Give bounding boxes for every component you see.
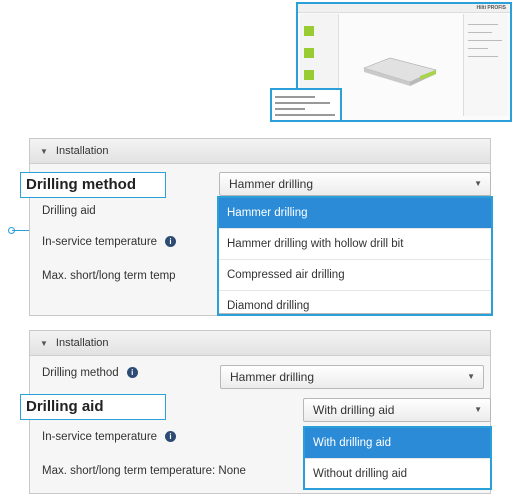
drilling-method-value: Hammer drilling <box>229 177 314 191</box>
chevron-down-icon[interactable]: ▼ <box>467 366 475 388</box>
panel-header[interactable]: ▼ Installation <box>30 331 490 356</box>
drilling-method-value: Hammer drilling <box>230 370 315 384</box>
thumbnail-green-icon <box>304 26 314 36</box>
option-hammer-drilling-hollow-bit[interactable]: Hammer drilling with hollow drill bit <box>219 228 491 259</box>
drilling-aid-value: With drilling aid <box>313 403 395 417</box>
panel-title: Installation <box>55 337 109 349</box>
thumbnail-zoom-popup <box>270 88 342 122</box>
chevron-down-icon[interactable]: ▼ <box>474 399 482 421</box>
option-hammer-drilling[interactable]: Hammer drilling <box>219 198 491 228</box>
drilling-aid-dropdown: With drilling aid Without drilling aid <box>304 427 491 489</box>
drilling-method-select[interactable]: Hammer drilling ▼ <box>220 365 484 389</box>
option-with-drilling-aid[interactable]: With drilling aid <box>305 428 490 458</box>
in-service-temperature-label: In-service temperature i <box>42 236 177 248</box>
info-icon[interactable]: i <box>165 431 177 443</box>
drilling-method-label: Drilling method i <box>42 367 138 379</box>
thumbnail-green-icon <box>304 48 314 58</box>
thumbnail-right-panel <box>463 14 508 116</box>
option-diamond-drilling[interactable]: Diamond drilling <box>219 290 491 321</box>
max-temperature-label: Max. short/long term temperature: None <box>42 465 246 477</box>
in-service-temperature-label: In-service temperature i <box>42 431 177 443</box>
panel-header[interactable]: ▼ Installation <box>30 139 490 164</box>
drilling-aid-select[interactable]: With drilling aid ▼ <box>303 398 491 422</box>
drilling-method-callout: Drilling method <box>20 172 166 198</box>
drilling-aid-callout: Drilling aid <box>20 394 166 420</box>
collapse-icon[interactable]: ▼ <box>40 147 48 156</box>
drilling-method-text: Drilling method <box>42 367 119 379</box>
thumbnail-green-icon <box>304 70 314 80</box>
info-icon[interactable]: i <box>126 367 138 379</box>
drilling-aid-label: Drilling aid <box>42 205 96 217</box>
panel-title: Installation <box>55 145 109 157</box>
in-service-temperature-text: In-service temperature <box>42 431 158 443</box>
drilling-method-select[interactable]: Hammer drilling ▼ <box>219 172 491 196</box>
chevron-down-icon[interactable]: ▼ <box>474 173 482 195</box>
thumbnail-logo: Hilti PROFIS <box>476 5 506 11</box>
max-temperature-label: Max. short/long term temp <box>42 270 176 282</box>
drilling-method-dropdown: Hammer drilling Hammer drilling with hol… <box>218 197 492 314</box>
option-without-drilling-aid[interactable]: Without drilling aid <box>305 458 490 489</box>
connector-line <box>12 230 30 231</box>
in-service-temperature-text: In-service temperature <box>42 236 158 248</box>
thumbnail-3d-model <box>363 57 437 86</box>
info-icon[interactable]: i <box>165 236 177 248</box>
collapse-icon[interactable]: ▼ <box>40 339 48 348</box>
option-compressed-air-drilling[interactable]: Compressed air drilling <box>219 259 491 290</box>
